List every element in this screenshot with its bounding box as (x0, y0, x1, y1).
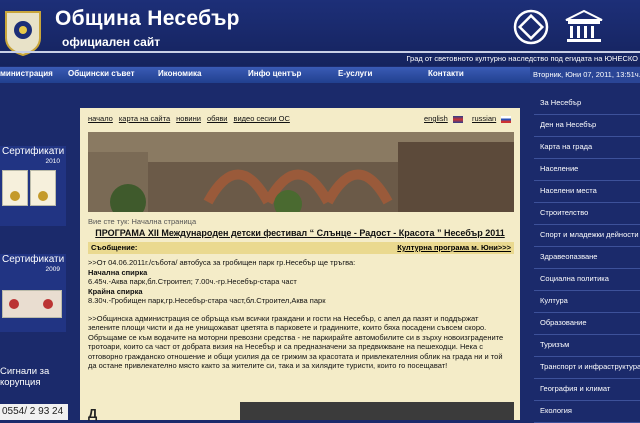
main-content: начало карта на сайта новини обяви видео сес… (80, 108, 520, 421)
rnav-geography[interactable]: География и климат (534, 378, 640, 401)
link-ads[interactable]: обяви (207, 114, 228, 123)
lang-english-label[interactable]: english (424, 114, 448, 123)
site-header: Община Несебър официален сайт Град от св… (0, 0, 640, 66)
end-stop-label: Крайна спирка (88, 286, 143, 296)
rnav-day[interactable]: Ден на Несебър (534, 114, 640, 137)
nav-info-center[interactable]: Инфо център (248, 69, 301, 78)
rnav-tourism[interactable]: Туризъм (534, 334, 640, 357)
rnav-transport[interactable]: Транспорт и инфраструктура (534, 356, 640, 379)
start-stop-label: Начална спирка (88, 267, 148, 277)
certificate-image (2, 170, 28, 206)
certificates-box-2010[interactable]: Сертификати 2010 (0, 146, 66, 226)
message-body: >>От 04.06.2011г./събота/ автобуса за гр… (88, 258, 508, 371)
certificates-box-2009[interactable]: Сертификати 2009 (0, 254, 66, 332)
lang-russian[interactable]: russian (472, 114, 512, 123)
rnav-social[interactable]: Социална политика (534, 268, 640, 291)
link-sitemap[interactable]: карта на сайта (119, 114, 170, 123)
next-section-heading: Д (88, 406, 98, 421)
uk-flag-icon (452, 115, 463, 123)
link-home[interactable]: начало (88, 114, 113, 123)
message-label: Съобщение: (91, 243, 138, 252)
lang-english[interactable]: english (424, 114, 463, 123)
hotline-phone: 0554/ 2 93 24 (0, 404, 68, 420)
rnav-about[interactable]: За Несебър (534, 92, 640, 115)
culture-program-link[interactable]: Културна програма м. Юни>>> (397, 242, 511, 254)
corruption-signals-label[interactable]: Сигнали за корупция (0, 366, 70, 388)
cert-year-2010: 2010 (45, 158, 60, 165)
unesco-caption: Град от световното културно наследство п… (406, 54, 638, 63)
nav-contacts[interactable]: Контакти (428, 69, 464, 78)
certificate-image (2, 290, 62, 318)
top-links: начало карта на сайта новини обяви видео сес… (88, 114, 296, 123)
nav-eservices[interactable]: Е-услуги (338, 69, 372, 78)
municipality-crest-icon[interactable] (2, 8, 44, 56)
rnav-population[interactable]: Население (534, 158, 640, 181)
rnav-education[interactable]: Образование (534, 312, 640, 335)
nav-administration[interactable]: министрация (0, 69, 53, 78)
rnav-culture[interactable]: Култура (534, 290, 640, 313)
rnav-map[interactable]: Карта на града (534, 136, 640, 159)
appeal-paragraph: >>Общинска администрация се обръща към в… (88, 313, 504, 371)
end-stop-text: 8.30ч.-Гробищен парк,гр.Несебър-стара ча… (88, 296, 326, 305)
certificate-image (30, 170, 56, 206)
cert-year-2009: 2009 (45, 266, 60, 273)
site-subtitle: официален сайт (62, 35, 161, 49)
start-stop-text: 6.45ч.-Аква парк,бл.Строител; 7.00ч.-гр.… (88, 277, 297, 286)
link-news[interactable]: новини (176, 114, 201, 123)
world-heritage-icon (513, 9, 549, 45)
link-video[interactable]: видео сесии ОС (234, 114, 290, 123)
rnav-settlements[interactable]: Населени места (534, 180, 640, 203)
rnav-health[interactable]: Здравеопазване (534, 246, 640, 269)
top-navigation: министрация Общински съвет Икономика Инф… (0, 67, 530, 83)
nav-council[interactable]: Общински съвет (68, 69, 135, 78)
certificates-title: Сертификати (2, 146, 65, 157)
date-display: Вторник, Юни 07, 2011, 13:51ч. (530, 67, 640, 83)
lang-russian-label[interactable]: russian (472, 114, 496, 123)
rnav-sport[interactable]: Спорт и младежки дейности (534, 224, 640, 247)
festival-headline[interactable]: ПРОГРАМА XII Международен детски фестива… (80, 228, 520, 238)
nav-economy[interactable]: Икономика (158, 69, 201, 78)
rnav-construction[interactable]: Строителство (534, 202, 640, 225)
message-bar: Съобщение: Културна програма м. Юни>>> (88, 242, 514, 254)
unesco-icon (565, 9, 603, 42)
certificates-title: Сертификати (2, 254, 65, 265)
banner-photo (88, 132, 514, 212)
left-column: Сертификати 2010 Сертификати 2009 Сигнал… (0, 86, 70, 420)
breadcrumb: Вие сте тук: Начална страница (88, 217, 197, 226)
header-divider (0, 51, 640, 53)
bus-notice: >>От 04.06.2011г./събота/ автобуса за гр… (88, 258, 356, 267)
russia-flag-icon (501, 115, 512, 123)
news-thumbnail[interactable] (240, 402, 514, 420)
site-title[interactable]: Община Несебър (55, 7, 240, 31)
